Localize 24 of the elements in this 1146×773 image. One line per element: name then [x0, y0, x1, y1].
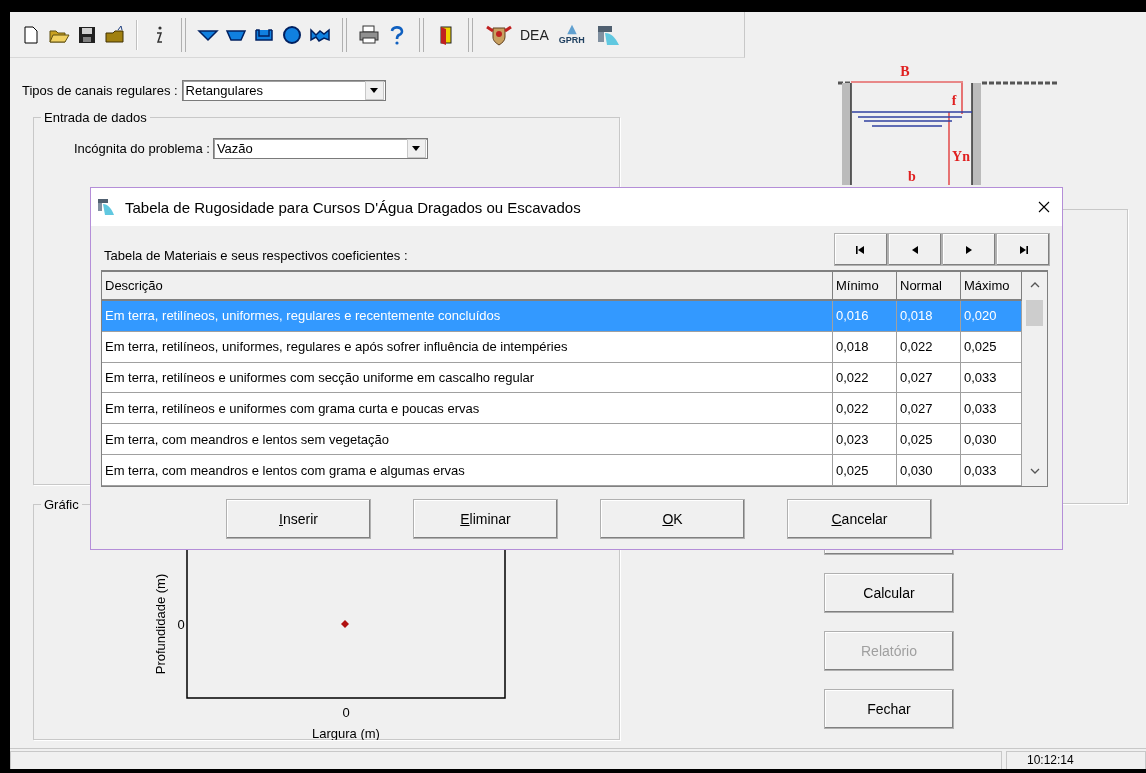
- y-tick-label: 0: [177, 617, 185, 632]
- input-group-title: Entrada de dados: [43, 110, 148, 125]
- unknown-label: Incógnita do problema :: [74, 141, 210, 156]
- dialog-title: Tabela de Rugosidade para Cursos D'Água Dragados ou Escavados: [125, 198, 582, 216]
- table-cell: 0,018: [897, 300, 961, 332]
- table-cell: 0,016: [833, 300, 897, 332]
- depth-label: Yn: [952, 149, 970, 164]
- table-cell: 0,022: [897, 331, 961, 363]
- bottom-width-label: b: [908, 169, 916, 184]
- y-axis-label: Profundidade (m): [153, 573, 169, 675]
- top-width-label: B: [900, 64, 910, 79]
- x-tick-label: 0: [342, 705, 350, 720]
- freeboard-label: f: [951, 93, 957, 108]
- table-cell: Em terra, retilíneos, uniformes, regulares e após sofrer influência de intempéries: [102, 331, 833, 363]
- status-time: 10:12:14: [1027, 753, 1074, 767]
- table-cell: 0,025: [833, 455, 897, 487]
- table-label: Tabela de Materiais e seus respectivos coeficientes :: [103, 248, 408, 265]
- x-axis-label: Largura (m): [312, 726, 380, 740]
- table-cell: 0,018: [833, 331, 897, 363]
- channel-type-label: Tipos de canais regulares :: [22, 83, 178, 98]
- table-cell: Em terra, com meandros e lentos com grama e algumas ervas: [102, 455, 833, 487]
- table-cell: Em terra, retilíneos, uniformes, regulares e recentemente concluídos: [102, 300, 833, 332]
- table-cell: 0,030: [897, 455, 961, 487]
- chart-group-title: Gráfic: [43, 497, 80, 512]
